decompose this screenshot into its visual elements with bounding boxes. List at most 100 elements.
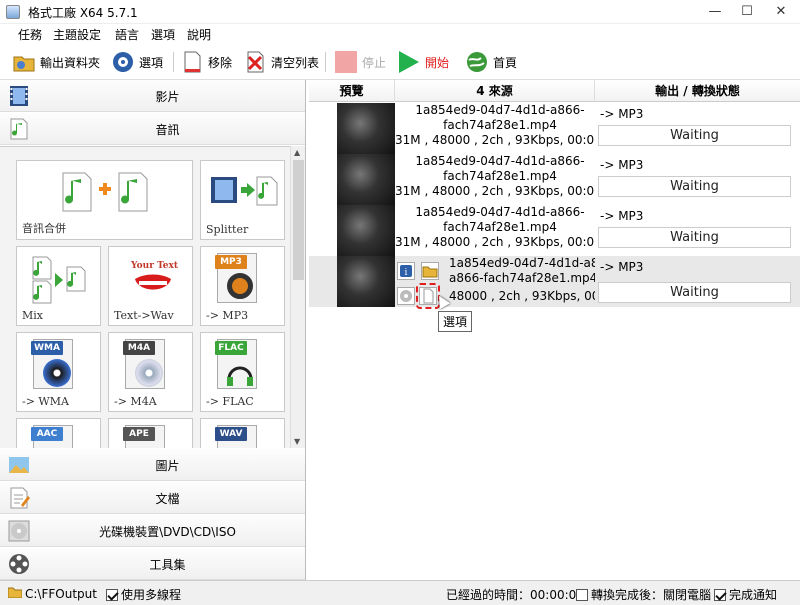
menu-options[interactable]: 選項 — [151, 26, 175, 43]
column-header-output[interactable]: 輸出 / 轉換狀態 — [595, 80, 800, 102]
tile-text-to-wav[interactable]: Your Text Text->Wav — [108, 246, 193, 326]
column-header-source[interactable]: 4 來源 — [395, 80, 595, 102]
video-thumbnail — [337, 256, 395, 307]
minimize-button[interactable]: — — [700, 2, 730, 22]
tile-audio-joiner[interactable]: 音訊合併 — [16, 160, 193, 240]
app-icon — [6, 5, 20, 19]
source-filename-line2: fach74af28e1.mp4 — [443, 220, 557, 234]
homepage-button[interactable]: 首頁 — [465, 48, 517, 76]
table-row-selected[interactable]: 1a854ed9-04d7-4d1d-a866- a866-fach74af28… — [309, 256, 800, 307]
table-row[interactable]: 1a854ed9-04d7-4d1d-a866- fach74af28e1.mp… — [309, 154, 800, 205]
category-picture[interactable]: 圖片 — [0, 449, 305, 481]
music-disc-icon — [135, 359, 163, 387]
multithread-checkbox[interactable]: 使用多線程 — [106, 586, 181, 603]
menu-help[interactable]: 說明 — [187, 26, 211, 43]
source-info: 31M , 48000 , 2ch , 93Kbps, 00:00: — [395, 235, 595, 249]
remove-button[interactable]: 移除 — [180, 48, 232, 76]
source-filename-line1: 1a854ed9-04d7-4d1d-a866- — [415, 205, 585, 219]
status-box: Waiting — [598, 227, 791, 248]
checkbox-checked[interactable] — [714, 588, 726, 601]
menu-language[interactable]: 語言 — [115, 26, 139, 43]
maximize-button[interactable]: ☐ — [732, 2, 762, 22]
audio-tools-grid: 音訊合併 Splitter Mix Your Text Text->Wav MP… — [0, 146, 290, 448]
checkbox-unchecked[interactable] — [576, 588, 588, 601]
column-header-preview[interactable]: 預覽 — [309, 80, 395, 102]
play-icon — [397, 50, 421, 74]
tile-to-ape[interactable]: APE — [108, 418, 193, 448]
source-filename-line2: a866-fach74af28e1.mp4 — [449, 271, 595, 285]
document-remove-icon — [180, 50, 204, 74]
disc-icon — [43, 359, 71, 387]
table-row[interactable]: 1a854ed9-04d7-4d1d-a866- fach74af28e1.mp… — [309, 205, 800, 256]
scroll-down-icon[interactable]: ▼ — [294, 437, 300, 446]
output-folder-button[interactable]: 輸出資料夾 — [12, 48, 100, 76]
folder-icon — [7, 586, 23, 601]
play-media-button[interactable] — [397, 287, 415, 305]
stop-icon — [334, 50, 358, 74]
output-path[interactable]: C:\FFOutput — [7, 586, 97, 601]
format-badge-ape: APE — [123, 427, 155, 441]
close-button[interactable]: ✕ — [766, 2, 796, 22]
tile-to-flac[interactable]: FLAC -> FLAC — [200, 332, 285, 412]
toolbar-separator — [325, 52, 326, 72]
options-button[interactable]: 選項 — [111, 48, 163, 76]
source-info: 31M , 48000 , 2ch , 93Kbps, 00:00: — [395, 184, 595, 198]
format-badge-mp3: MP3 — [215, 255, 247, 269]
document-pen-icon — [8, 487, 30, 509]
category-disc-device[interactable]: 光碟機裝置\DVD\CD\ISO — [0, 515, 305, 547]
clear-list-button[interactable]: 清空列表 — [243, 48, 319, 76]
tile-mix[interactable]: Mix — [16, 246, 101, 326]
format-badge-aac: AAC — [31, 427, 63, 441]
toolbar: 輸出資料夾 選項 移除 清空列表 停止 開始 首頁 — [0, 44, 800, 80]
menu-skin[interactable]: 主題設定 — [53, 26, 101, 43]
mouth-icon — [135, 274, 171, 290]
text-art-label: Your Text — [131, 261, 178, 271]
film-split-icon — [211, 176, 278, 206]
table-row[interactable]: 1a854ed9-04d7-4d1d-a866- fach74af28e1.mp… — [309, 103, 800, 154]
toolbar-separator — [173, 52, 174, 72]
checkbox-checked[interactable] — [106, 588, 118, 601]
film-reel-icon — [8, 553, 30, 575]
tile-to-wav[interactable]: WAV — [200, 418, 285, 448]
svg-text:i: i — [405, 268, 408, 278]
format-badge-wma: WMA — [31, 341, 63, 355]
category-audio[interactable]: 音訊 — [0, 113, 305, 145]
tile-to-mp3[interactable]: MP3 -> MP3 — [200, 246, 285, 326]
speaker-icon — [227, 273, 253, 299]
folder-icon — [12, 50, 36, 74]
open-folder-button[interactable] — [421, 262, 439, 280]
output-format: -> MP3 — [600, 107, 644, 121]
format-badge-wav: WAV — [215, 427, 247, 441]
output-format: -> MP3 — [600, 158, 644, 172]
stop-button[interactable]: 停止 — [334, 48, 386, 76]
tile-to-aac[interactable]: AAC — [16, 418, 101, 448]
film-icon — [8, 85, 30, 107]
tile-to-wma[interactable]: WMA -> WMA — [16, 332, 101, 412]
output-format: -> MP3 — [600, 209, 644, 223]
category-video[interactable]: 影片 — [0, 80, 305, 112]
category-tools[interactable]: 工具集 — [0, 548, 305, 580]
clear-x-icon — [243, 50, 267, 74]
status-bar: C:\FFOutput 使用多線程 已經過的時間：00:00:01 轉換完成後：… — [0, 580, 800, 605]
source-filename-line1: 1a854ed9-04d7-4d1d-a866- — [449, 256, 595, 270]
tiles-scrollbar[interactable]: ▲ ▼ — [290, 146, 305, 448]
music-note-icon — [8, 118, 30, 140]
headphones-icon — [227, 366, 253, 386]
after-convert-checkbox[interactable]: 轉換完成後：關閉電腦 — [576, 586, 711, 603]
source-info: 48000 , 2ch , 93Kbps, 00 — [449, 289, 595, 303]
info-button[interactable]: i — [397, 262, 415, 280]
source-filename-line1: 1a854ed9-04d7-4d1d-a866- — [415, 103, 585, 117]
scroll-thumb[interactable] — [293, 160, 304, 280]
status-box: Waiting — [598, 125, 791, 146]
notify-checkbox[interactable]: 完成通知 — [714, 586, 777, 603]
menu-tasks[interactable]: 任務 — [18, 26, 42, 43]
tile-splitter[interactable]: Splitter — [200, 160, 285, 240]
scroll-up-icon[interactable]: ▲ — [294, 148, 300, 157]
category-panel: 影片 音訊 音訊合併 Splitter Mix Your Text Text->… — [0, 80, 306, 580]
video-thumbnail — [337, 205, 395, 256]
category-document[interactable]: 文檔 — [0, 482, 305, 514]
source-filename-line1: 1a854ed9-04d7-4d1d-a866- — [415, 154, 585, 168]
tile-to-m4a[interactable]: M4A -> M4A — [108, 332, 193, 412]
start-button[interactable]: 開始 — [397, 48, 449, 76]
tooltip: 選項 — [438, 311, 473, 332]
